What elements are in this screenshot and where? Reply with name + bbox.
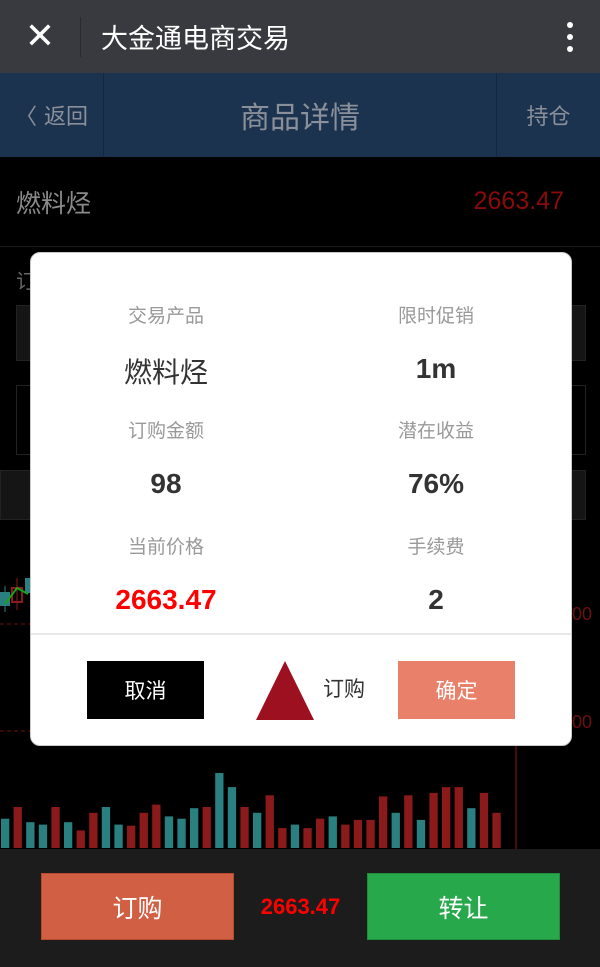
close-icon: ✕: [24, 16, 56, 57]
volume-bar: [328, 816, 337, 848]
volume-bar: [404, 795, 413, 848]
app-title: 大金通电商交易: [101, 24, 290, 55]
order-details: 交易产品 燃料烃 限时促销 1m 订购金额 98 潜在收益 76% 当前价格 2…: [31, 253, 571, 633]
titlebar-divider: [80, 16, 81, 57]
volume-bars: [1, 773, 501, 848]
field-value-return: 76%: [407, 468, 465, 499]
position-button[interactable]: 持仓: [496, 73, 600, 157]
volume-bar: [240, 807, 249, 848]
field-label-return: 潜在收益: [397, 420, 474, 442]
volume-bar: [316, 818, 325, 848]
volume-bar: [127, 825, 136, 848]
direction-label: 订购: [323, 677, 365, 701]
volume-bar: [391, 812, 400, 848]
field-value-price: 2663.47: [115, 584, 217, 615]
volume-bar: [253, 812, 262, 848]
confirm-button[interactable]: 确定: [398, 661, 515, 719]
volume-bar: [492, 812, 501, 848]
volume-bar: [353, 819, 363, 848]
volume-bar: [379, 796, 388, 848]
order-confirm-dialog: 交易产品 燃料烃 限时促销 1m 订购金额 98 潜在收益 76% 当前价格 2…: [30, 252, 572, 746]
navbar: 〈 返回 商品详情 持仓: [0, 73, 600, 157]
more-dot: [567, 45, 573, 52]
volume-bar: [467, 808, 476, 848]
field-label-amount: 订购金额: [127, 420, 204, 442]
product-row: 燃料烃 2663.47: [0, 157, 600, 247]
volume-bar: [64, 822, 73, 848]
volume-bar: [202, 807, 211, 848]
cancel-button[interactable]: 取消: [87, 661, 204, 719]
volume-bar: [164, 816, 174, 848]
volume-bar: [290, 824, 300, 848]
volume-bar: [114, 824, 123, 848]
volume-bar: [51, 807, 60, 848]
field-value-fee: 2: [428, 584, 444, 615]
field-label-promo: 限时促销: [397, 305, 474, 327]
volume-bar: [429, 792, 438, 848]
up-triangle-icon: [256, 661, 314, 720]
transfer-button[interactable]: 转让: [367, 873, 560, 940]
product-name: 燃料烃: [16, 188, 92, 218]
volume-bar: [278, 828, 287, 848]
close-button[interactable]: ✕: [0, 0, 80, 73]
volume-bar: [89, 812, 98, 848]
volume-bar: [265, 795, 274, 848]
volume-bar: [101, 807, 111, 848]
volume-bar: [416, 819, 426, 848]
current-price: 2663.47: [260, 893, 341, 919]
volume-bar: [227, 787, 237, 848]
volume-bar: [1, 818, 10, 848]
axis-label: 00: [572, 712, 592, 732]
volume-bar: [454, 787, 463, 848]
field-value-product: 燃料烃: [123, 356, 208, 389]
axis-label: 00: [572, 604, 592, 624]
page-title: 商品详情: [240, 101, 360, 136]
volume-bar: [190, 808, 199, 848]
volume-bar: [13, 807, 22, 848]
product-price: 2663.47: [473, 187, 564, 215]
volume-bar: [366, 819, 375, 848]
volume-bar: [303, 828, 312, 848]
field-value-promo: 1m: [415, 353, 457, 384]
more-dot: [567, 33, 573, 40]
buy-button[interactable]: 订购: [41, 873, 234, 940]
field-value-amount: 98: [150, 468, 182, 499]
field-label-price: 当前价格: [127, 536, 204, 558]
more-button[interactable]: [540, 0, 600, 73]
volume-bar: [341, 824, 350, 848]
volume-bar: [38, 824, 48, 848]
back-button[interactable]: 〈 返回: [0, 73, 104, 157]
volume-bar: [215, 773, 224, 848]
dialog-divider: [31, 633, 571, 635]
app-titlebar: ✕ 大金通电商交易: [0, 0, 600, 73]
field-label-fee: 手续费: [407, 536, 465, 558]
field-label-product: 交易产品: [127, 305, 204, 327]
volume-bar: [177, 818, 186, 848]
volume-bar: [479, 792, 489, 848]
volume-bar: [152, 804, 161, 848]
volume-bar: [442, 787, 451, 848]
volume-bar: [26, 822, 35, 848]
bottom-bar: 订购 2663.47 转让: [0, 849, 600, 967]
volume-bar: [76, 830, 85, 848]
volume-bar: [139, 812, 148, 848]
more-vertical-icon: [567, 21, 573, 28]
